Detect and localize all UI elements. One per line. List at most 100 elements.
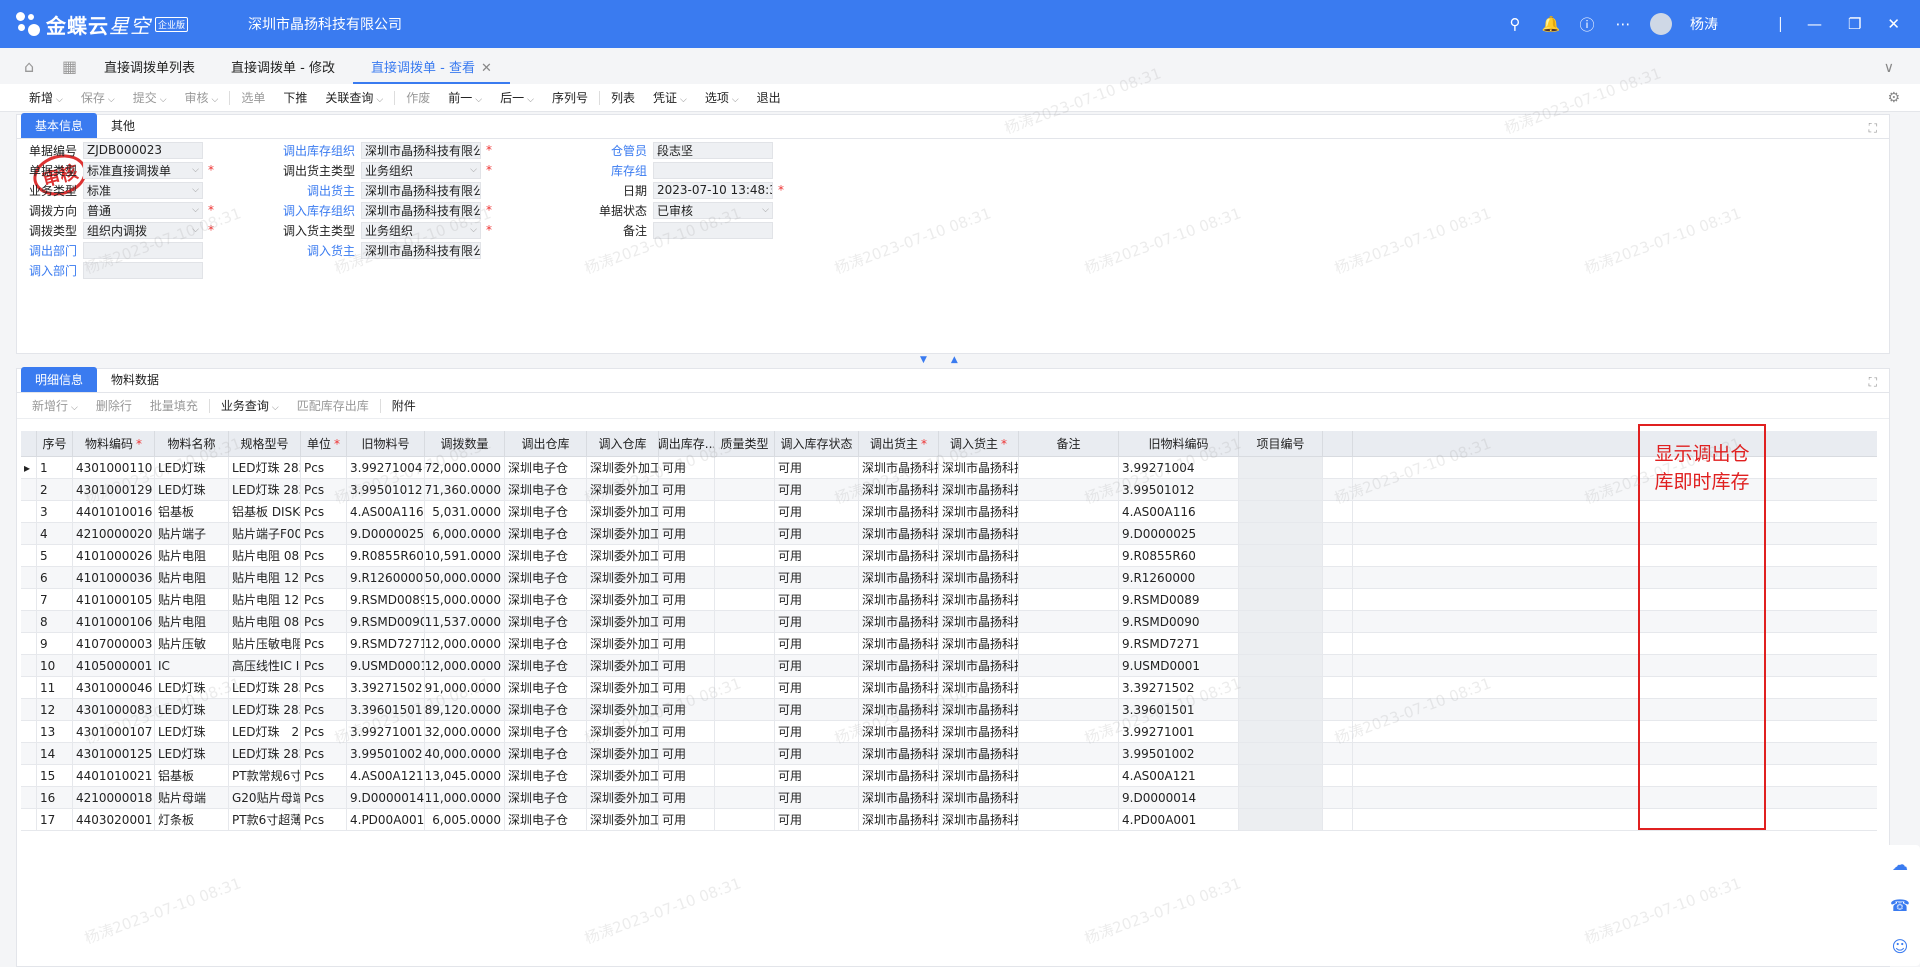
field-value[interactable]: 业务组织 ⌵	[361, 161, 481, 179]
table-cell[interactable]: 深圳市晶扬科技有	[859, 721, 939, 742]
column-header[interactable]: 旧物料编码	[1119, 431, 1239, 456]
column-header[interactable]: 质量类型	[715, 431, 775, 456]
table-cell[interactable]: 3.99501002	[1119, 743, 1239, 764]
table-cell[interactable]: 贴片电阻 120	[229, 589, 301, 610]
table-cell[interactable]: 深圳委外加工仓	[587, 545, 659, 566]
table-cell[interactable]	[1019, 611, 1119, 632]
table-cell[interactable]: 15,000.0000	[425, 589, 505, 610]
toolbar-button[interactable]: 列表	[602, 89, 644, 106]
table-cell-project[interactable]	[1239, 501, 1323, 522]
table-cell[interactable]: 4301000129	[73, 479, 155, 500]
table-cell[interactable]: 深圳委外加工仓	[587, 743, 659, 764]
table-cell[interactable]: 深圳委外加工仓	[587, 655, 659, 676]
column-header[interactable]: 物料编码 *	[73, 431, 155, 456]
table-cell[interactable]: 可用	[659, 633, 715, 654]
table-cell[interactable]: 9.R1260000	[1119, 567, 1239, 588]
table-cell[interactable]	[715, 589, 775, 610]
table-cell[interactable]: 9.USMD0001	[347, 655, 425, 676]
table-cell[interactable]: 可用	[775, 743, 859, 764]
tab-detail-info[interactable]: 明细信息	[21, 367, 98, 392]
collapse-icon[interactable]: ∨	[1884, 60, 1894, 84]
table-cell[interactable]: 深圳委外加工仓	[587, 633, 659, 654]
detail-toolbar-button[interactable]: 业务查询 ⌵	[212, 397, 288, 414]
table-cell[interactable]: 深圳委外加工仓	[587, 523, 659, 544]
table-cell-project[interactable]	[1239, 633, 1323, 654]
field-value[interactable]: 标准 ⌵	[83, 181, 203, 199]
row-indicator[interactable]	[21, 677, 37, 698]
table-cell[interactable]: 4101000105	[73, 589, 155, 610]
detail-toolbar-button[interactable]: 附件	[383, 397, 425, 414]
minimize-icon[interactable]: —	[1807, 15, 1822, 33]
table-cell[interactable]: 3.99271004	[1119, 457, 1239, 478]
table-cell-project[interactable]	[1239, 677, 1323, 698]
table-cell[interactable]: 深圳市晶扬科技有	[859, 457, 939, 478]
table-cell[interactable]: Pcs	[301, 611, 347, 632]
table-cell[interactable]: Pcs	[301, 589, 347, 610]
table-cell[interactable]: 深圳电子仓	[505, 457, 587, 478]
table-cell[interactable]: 可用	[659, 809, 715, 830]
table-cell[interactable]: LED灯珠 2835	[229, 457, 301, 478]
table-cell[interactable]: 可用	[659, 743, 715, 764]
table-cell[interactable]: 深圳电子仓	[505, 523, 587, 544]
table-cell[interactable]	[1019, 589, 1119, 610]
table-cell[interactable]: 9.RSMD7271	[1119, 633, 1239, 654]
table-cell[interactable]: 可用	[775, 677, 859, 698]
table-cell[interactable]: 8	[37, 611, 73, 632]
field-label[interactable]: 调入部门	[27, 262, 77, 279]
table-cell[interactable]: 16	[37, 787, 73, 808]
table-cell[interactable]: Pcs	[301, 677, 347, 698]
table-cell[interactable]: 深圳委外加工仓	[587, 765, 659, 786]
table-cell-project[interactable]	[1239, 611, 1323, 632]
table-cell[interactable]: 深圳委外加工仓	[587, 589, 659, 610]
table-cell[interactable]: 深圳市晶扬科技有	[939, 787, 1019, 808]
table-cell[interactable]: 深圳市晶扬科技有	[859, 699, 939, 720]
toolbar-button[interactable]: 选单	[232, 89, 274, 106]
table-cell[interactable]: 贴片电阻	[155, 589, 229, 610]
table-cell[interactable]: 深圳市晶扬科技有	[939, 589, 1019, 610]
table-cell[interactable]	[715, 677, 775, 698]
table-cell[interactable]: 深圳市晶扬科技有	[939, 765, 1019, 786]
table-cell[interactable]: 3.39271502	[347, 677, 425, 698]
table-cell-project[interactable]	[1239, 655, 1323, 676]
table-cell[interactable]: 12,000.0000	[425, 655, 505, 676]
table-cell[interactable]	[1019, 677, 1119, 698]
table-cell[interactable]: 深圳委外加工仓	[587, 479, 659, 500]
field-label[interactable]: 调出库存组织	[265, 142, 355, 159]
table-cell[interactable]: 可用	[775, 457, 859, 478]
field-value[interactable]: 深圳市晶扬科技有限公司	[361, 241, 481, 259]
table-cell[interactable]: Pcs	[301, 699, 347, 720]
table-cell[interactable]: 9.RSMD0089	[347, 589, 425, 610]
column-header[interactable]: 调出仓库	[505, 431, 587, 456]
table-cell[interactable]: 1	[37, 457, 73, 478]
table-cell[interactable]: 可用	[775, 721, 859, 742]
table-cell[interactable]: LED灯珠	[155, 479, 229, 500]
table-cell-project[interactable]	[1239, 787, 1323, 808]
table-cell[interactable]: Pcs	[301, 809, 347, 830]
table-row[interactable]: 3 4401010016 铝基板 铝基板 DISK- Pcs 4.AS00A116 5,03…	[21, 501, 1877, 523]
bell-icon[interactable]: 🔔	[1542, 15, 1561, 33]
table-cell[interactable]: LED灯珠 2835	[229, 743, 301, 764]
headset-icon[interactable]: ☎	[1890, 896, 1910, 915]
table-cell[interactable]: 深圳电子仓	[505, 787, 587, 808]
tab-material-data[interactable]: 物料数据	[97, 367, 173, 392]
column-header[interactable]: 备注	[1019, 431, 1119, 456]
table-cell[interactable]: 9.RSMD0090	[1119, 611, 1239, 632]
toolbar-button[interactable]: 后一 ⌵	[491, 89, 543, 106]
table-cell[interactable]: 贴片电阻 120	[229, 567, 301, 588]
table-cell[interactable]: 9.R1260000	[347, 567, 425, 588]
table-cell[interactable]: 深圳市晶扬科技有	[939, 523, 1019, 544]
row-indicator[interactable]	[21, 765, 37, 786]
column-header[interactable]: 规格型号	[229, 431, 301, 456]
table-cell[interactable]: 深圳市晶扬科技有	[939, 809, 1019, 830]
table-cell[interactable]: IC	[155, 655, 229, 676]
field-value[interactable]: ZJDB000023	[83, 141, 203, 159]
table-cell[interactable]: LED灯珠	[155, 743, 229, 764]
table-cell[interactable]: 4301000046	[73, 677, 155, 698]
table-cell[interactable]: 3	[37, 501, 73, 522]
table-cell[interactable]: 3.99501002	[347, 743, 425, 764]
table-row[interactable]: 144301000125LED灯珠LED灯珠 2835Pcs3.99501002…	[21, 743, 1877, 765]
table-cell[interactable]: Pcs	[301, 655, 347, 676]
help-divider-icon[interactable]: ⎹	[1766, 15, 1781, 33]
table-cell[interactable]: 3.99271004	[347, 457, 425, 478]
table-cell[interactable]: 深圳电子仓	[505, 501, 587, 522]
